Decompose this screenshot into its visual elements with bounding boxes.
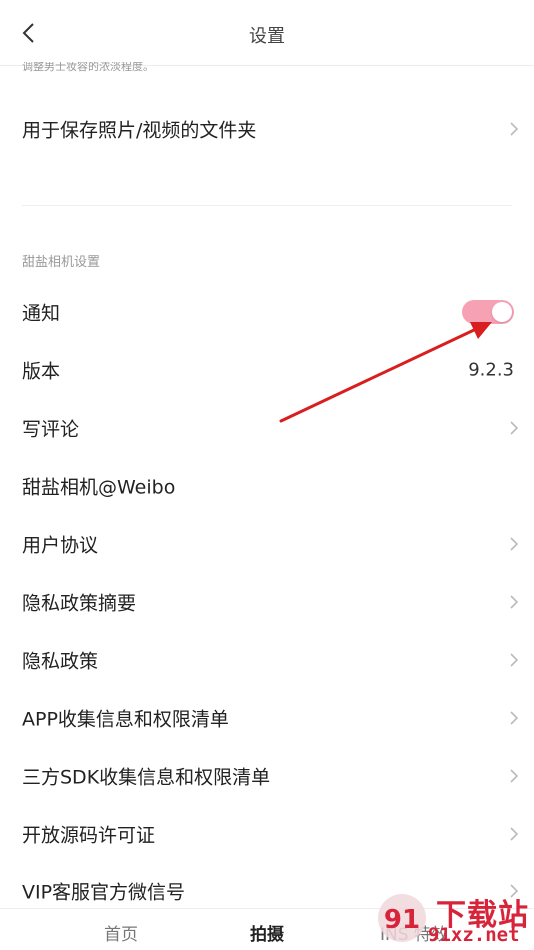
- clipped-hint-text: 调整男士妆容的浓淡程度。: [22, 62, 154, 72]
- svg-text:91: 91: [384, 905, 420, 935]
- version-value: 9.2.3: [468, 359, 514, 381]
- settings-row-weibo[interactable]: 甜盐相机@Weibo: [0, 457, 534, 515]
- notification-toggle[interactable]: [462, 300, 514, 324]
- version-label: 版本: [22, 360, 61, 383]
- settings-row-app-permissions[interactable]: APP收集信息和权限清单: [0, 689, 534, 747]
- chevron-right-icon: [510, 653, 519, 667]
- settings-row-user-agreement[interactable]: 用户协议: [0, 515, 534, 573]
- chevron-right-icon: [510, 537, 519, 551]
- row-label: 写评论: [22, 418, 80, 441]
- settings-row-privacy-policy[interactable]: 隐私政策: [0, 631, 534, 689]
- chevron-right-icon: [510, 711, 519, 725]
- watermark-url: 91xz.net: [428, 924, 520, 946]
- top-bar: 设置: [0, 0, 534, 66]
- row-label: 隐私政策: [22, 650, 99, 673]
- row-label: APP收集信息和权限清单: [22, 708, 229, 731]
- settings-row-open-source[interactable]: 开放源码许可证: [0, 805, 534, 863]
- notification-label: 通知: [22, 302, 61, 325]
- watermark: 91 下载站 91xz.net: [372, 884, 534, 950]
- save-folder-label: 用于保存照片/视频的文件夹: [22, 119, 257, 142]
- save-folder-row[interactable]: 用于保存照片/视频的文件夹: [0, 100, 534, 158]
- settings-row-sdk-permissions[interactable]: 三方SDK收集信息和权限清单: [0, 747, 534, 805]
- section-title: 甜盐相机设置: [22, 255, 101, 270]
- toggle-knob: [492, 302, 512, 322]
- settings-row-review[interactable]: 写评论: [0, 399, 534, 457]
- chevron-right-icon: [510, 595, 519, 609]
- row-label: 甜盐相机@Weibo: [22, 476, 176, 499]
- settings-row-privacy-summary[interactable]: 隐私政策摘要: [0, 573, 534, 631]
- row-label: 隐私政策摘要: [22, 592, 137, 615]
- chevron-right-icon: [510, 827, 519, 841]
- section-divider: [22, 205, 512, 206]
- nav-shoot[interactable]: 拍摄: [250, 920, 284, 945]
- row-label: 开放源码许可证: [22, 824, 156, 847]
- row-label: VIP客服官方微信号: [22, 881, 186, 904]
- chevron-right-icon: [510, 421, 519, 435]
- chevron-right-icon: [510, 122, 519, 136]
- watermark-logo-icon: 91: [378, 894, 426, 942]
- row-label: 三方SDK收集信息和权限清单: [22, 766, 271, 789]
- notification-row: 通知: [0, 283, 534, 341]
- row-label: 用户协议: [22, 534, 99, 557]
- version-row: 版本 9.2.3: [0, 341, 534, 399]
- chevron-right-icon: [510, 769, 519, 783]
- nav-home[interactable]: 首页: [104, 920, 138, 945]
- page-title: 设置: [249, 26, 285, 47]
